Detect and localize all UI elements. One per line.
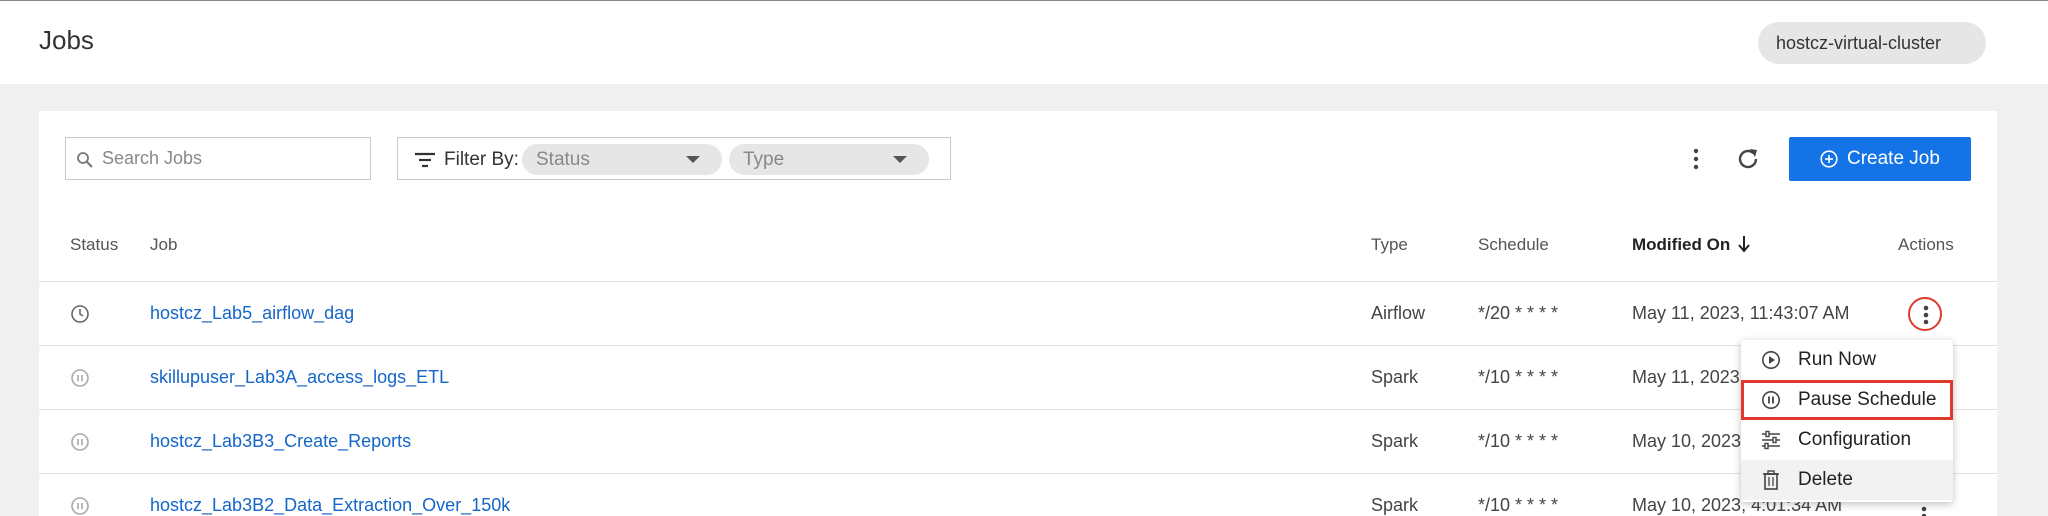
plus-circle-icon — [1820, 150, 1838, 168]
status-filter-select[interactable]: Status — [522, 144, 722, 175]
job-schedule: */10 * * * * — [1478, 431, 1559, 451]
search-input[interactable] — [102, 138, 362, 179]
page-title: Jobs — [39, 25, 94, 55]
more-options-icon[interactable] — [1684, 147, 1708, 171]
row-divider — [39, 473, 1997, 474]
page-header: Jobs hostcz-virtual-cluster — [0, 1, 2048, 84]
pause-circle-icon — [1762, 391, 1780, 409]
filter-label: Filter By: — [444, 149, 519, 170]
create-job-button[interactable]: Create Job — [1789, 137, 1971, 181]
pause-circle-icon — [71, 369, 89, 387]
create-job-label: Create Job — [1847, 148, 1940, 169]
job-link[interactable]: hostcz_Lab5_airflow_dag — [150, 303, 354, 323]
menu-item-label: Delete — [1798, 469, 1853, 490]
job-type: Spark — [1371, 495, 1419, 515]
job-schedule: */10 * * * * — [1478, 367, 1559, 387]
job-link[interactable]: hostcz_Lab3B3_Create_Reports — [150, 431, 411, 451]
trash-icon — [1763, 470, 1779, 490]
job-modified: May 11, 2023, 11:43:07 AM — [1632, 303, 1850, 323]
job-schedule: */20 * * * * — [1478, 303, 1559, 323]
row-actions-menu: Run Now Pause Schedule Configuration Del… — [1741, 340, 1953, 502]
sort-descending-icon[interactable] — [1736, 235, 1752, 253]
cluster-selector[interactable]: hostcz-virtual-cluster — [1758, 22, 1986, 64]
refresh-icon[interactable] — [1734, 145, 1762, 173]
row-actions-button[interactable] — [1908, 500, 1942, 516]
job-link[interactable]: hostcz_Lab3B2_Data_Extraction_Over_150k — [150, 495, 510, 515]
filter-bar: Filter By: Status Type — [397, 137, 951, 180]
type-filter-value: Type — [743, 149, 785, 170]
job-link[interactable]: skillupuser_Lab3A_access_logs_ETL — [150, 367, 449, 387]
row-divider — [39, 345, 1997, 346]
column-header-schedule: Schedule — [1478, 235, 1549, 254]
menu-item-delete[interactable]: Delete — [1741, 460, 1953, 500]
pause-circle-icon — [71, 433, 89, 451]
menu-item-label: Configuration — [1798, 429, 1912, 450]
column-header-status: Status — [70, 235, 119, 254]
search-box[interactable] — [65, 137, 371, 180]
row-actions-button[interactable] — [1908, 297, 1942, 331]
more-options-icon — [1921, 506, 1927, 516]
pause-circle-icon — [71, 497, 89, 515]
row-divider — [39, 281, 1997, 282]
status-filter-value: Status — [536, 149, 590, 170]
column-header-modified[interactable]: Modified On — [1632, 235, 1730, 255]
job-modified: May 10, 2023 — [1632, 431, 1742, 451]
type-filter-select[interactable]: Type — [729, 144, 929, 175]
search-icon — [77, 152, 93, 168]
clock-icon — [71, 305, 89, 323]
chevron-down-icon — [893, 156, 907, 163]
filter-icon — [415, 152, 435, 168]
more-options-icon — [1923, 305, 1929, 325]
chevron-down-icon — [686, 156, 700, 163]
menu-item-configuration[interactable]: Configuration — [1741, 420, 1953, 460]
menu-item-run-now[interactable]: Run Now — [1741, 340, 1953, 380]
sliders-icon — [1762, 430, 1780, 450]
job-type: Spark — [1371, 431, 1419, 451]
job-type: Airflow — [1371, 303, 1426, 323]
menu-item-pause-schedule[interactable]: Pause Schedule — [1741, 380, 1953, 420]
column-header-actions: Actions — [1898, 235, 1954, 254]
menu-item-label: Run Now — [1798, 349, 1877, 370]
column-header-job: Job — [150, 235, 178, 254]
job-modified: May 11, 2023 — [1632, 367, 1740, 387]
play-circle-icon — [1762, 351, 1780, 369]
menu-item-label: Pause Schedule — [1798, 389, 1937, 410]
row-divider — [39, 409, 1997, 410]
job-schedule: */10 * * * * — [1478, 495, 1559, 515]
column-header-type: Type — [1371, 235, 1408, 254]
job-type: Spark — [1371, 367, 1419, 387]
